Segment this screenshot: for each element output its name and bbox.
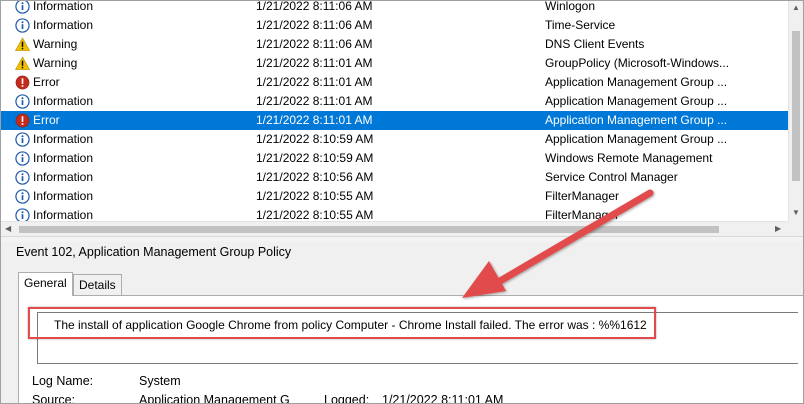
event-source: Application Management Group ... [545, 94, 728, 108]
event-row[interactable]: Warning 1/21/2022 8:11:06 AM DNS Client Ev… [1, 35, 788, 54]
event-row[interactable]: Information 1/21/2022 8:10:55 AM FilterMan… [1, 187, 788, 206]
event-date: 1/21/2022 8:11:06 AM [256, 37, 373, 51]
event-date: 1/21/2022 8:11:01 AM [256, 75, 373, 89]
info-icon [15, 18, 30, 33]
event-date: 1/21/2022 8:11:01 AM [256, 94, 373, 108]
event-viewer-window: Information 1/21/2022 8:11:06 AM Winlogon I… [0, 0, 804, 404]
info-icon [15, 94, 30, 109]
tab-details[interactable]: Details [73, 274, 122, 295]
logged-value: 1/21/2022 8:11:01 AM [382, 393, 504, 404]
info-icon [15, 1, 30, 14]
event-source: Application Management Group ... [545, 132, 728, 146]
event-source: Application Management Group ... [545, 75, 728, 89]
event-row[interactable]: Information 1/21/2022 8:10:56 AM Service C… [1, 168, 788, 187]
scroll-right-arrow-icon[interactable]: ▶ [775, 224, 781, 234]
event-source: DNS Client Events [545, 37, 645, 51]
event-row[interactable]: Information 1/21/2022 8:10:59 AM Applicati… [1, 130, 788, 149]
event-source: Time-Service [545, 18, 616, 32]
event-date: 1/21/2022 8:10:55 AM [256, 189, 374, 203]
event-date: 1/21/2022 8:11:06 AM [256, 1, 373, 13]
event-date: 1/21/2022 8:11:01 AM [256, 113, 373, 127]
event-level: Warning [33, 37, 78, 51]
event-row[interactable]: Information 1/21/2022 8:11:06 AM Winlogon [1, 1, 788, 16]
event-date: 1/21/2022 8:10:59 AM [256, 132, 374, 146]
annotation-highlight-box [28, 307, 656, 339]
event-source: FilterManager [545, 189, 620, 203]
info-icon [15, 189, 30, 204]
log-name-value: System [139, 374, 181, 388]
tab-general[interactable]: General [18, 272, 73, 296]
event-level: Information [33, 151, 94, 165]
event-level: Error [33, 113, 60, 127]
event-level: Information [33, 94, 94, 108]
source-label: Source: [32, 393, 76, 404]
event-row[interactable]: Information 1/21/2022 8:11:01 AM Applicati… [1, 92, 788, 111]
error-icon [15, 113, 30, 128]
source-value: Application Management Gr [139, 393, 289, 404]
event-row[interactable]: Error 1/21/2022 8:11:01 AM Application Man… [1, 73, 788, 92]
event-date: 1/21/2022 8:10:55 AM [256, 208, 374, 221]
event-date: 1/21/2022 8:10:59 AM [256, 151, 374, 165]
vertical-scrollbar[interactable]: ▲ ▼ [788, 1, 803, 221]
event-level: Information [33, 132, 94, 146]
event-row[interactable]: Error 1/21/2022 8:11:01 AM Application Man… [1, 111, 788, 130]
event-source: FilterManager [545, 208, 620, 221]
event-level: Information [33, 208, 94, 221]
scrollbar-corner [788, 221, 803, 236]
event-level: Warning [33, 56, 78, 70]
info-icon [15, 132, 30, 147]
event-level: Information [33, 170, 94, 184]
error-icon [15, 75, 30, 90]
event-source: GroupPolicy (Microsoft-Windows... [545, 56, 730, 70]
event-source: Windows Remote Management [545, 151, 713, 165]
vertical-scroll-thumb[interactable] [792, 31, 800, 181]
event-date: 1/21/2022 8:11:01 AM [256, 56, 373, 70]
horizontal-scrollbar[interactable]: ◀ ▶ [1, 221, 788, 237]
logged-label: Logged: [324, 393, 370, 404]
event-row[interactable]: Information 1/21/2022 8:11:06 AM Time-Serv… [1, 16, 788, 35]
event-date: 1/21/2022 8:11:06 AM [256, 18, 373, 32]
details-title: Event 102, Application Management Group … [16, 245, 292, 259]
event-list[interactable]: Information 1/21/2022 8:11:06 AM Winlogon I… [1, 1, 788, 221]
info-icon [15, 208, 30, 221]
log-name-label: Log Name: [32, 374, 94, 388]
scroll-up-arrow-icon[interactable]: ▲ [792, 3, 800, 13]
event-source: Winlogon [545, 1, 596, 13]
scroll-left-arrow-icon[interactable]: ◀ [5, 224, 11, 234]
warning-icon [14, 56, 31, 71]
event-source: Application Management Group ... [545, 113, 728, 127]
event-row[interactable]: Information 1/21/2022 8:10:55 AM FilterMan… [1, 206, 788, 221]
event-row[interactable]: Information 1/21/2022 8:10:59 AM Windows R… [1, 149, 788, 168]
info-icon [15, 170, 30, 185]
event-level: Information [33, 18, 94, 32]
event-level: Information [33, 1, 94, 13]
event-date: 1/21/2022 8:10:56 AM [256, 170, 374, 184]
event-level: Error [33, 75, 60, 89]
horizontal-scroll-thumb[interactable] [19, 226, 719, 233]
event-source: Service Control Manager [545, 170, 678, 184]
scroll-down-arrow-icon[interactable]: ▼ [792, 208, 800, 218]
info-icon [15, 151, 30, 166]
event-level: Information [33, 189, 94, 203]
event-row[interactable]: Warning 1/21/2022 8:11:01 AM GroupPolicy (… [1, 54, 788, 73]
warning-icon [14, 37, 31, 52]
